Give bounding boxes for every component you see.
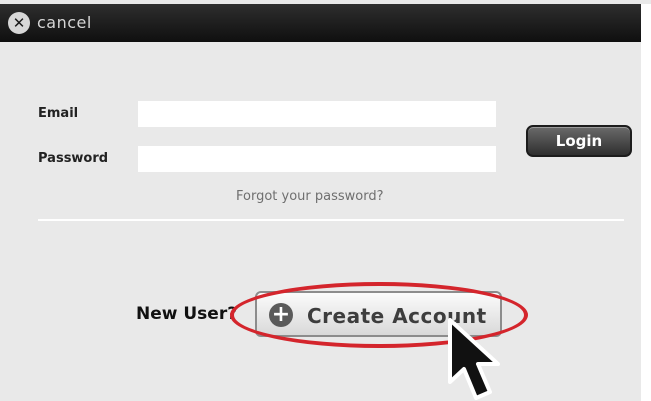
close-icon[interactable]: ✕ xyxy=(8,12,30,34)
password-field[interactable] xyxy=(138,146,496,172)
password-label: Password xyxy=(38,151,109,166)
divider xyxy=(38,219,624,221)
forgot-password-link[interactable]: Forgot your password? xyxy=(236,189,384,204)
window-edge xyxy=(641,42,651,401)
email-field[interactable] xyxy=(138,101,496,127)
login-button[interactable]: Login xyxy=(526,125,632,157)
email-label: Email xyxy=(38,106,79,121)
login-dialog: ✕ cancel Email Password Login Forgot you… xyxy=(0,0,651,401)
title-bar: ✕ cancel xyxy=(0,4,651,42)
mouse-pointer-icon xyxy=(448,318,500,400)
cancel-link[interactable]: cancel xyxy=(37,13,92,32)
new-user-label: New User? xyxy=(136,304,238,324)
